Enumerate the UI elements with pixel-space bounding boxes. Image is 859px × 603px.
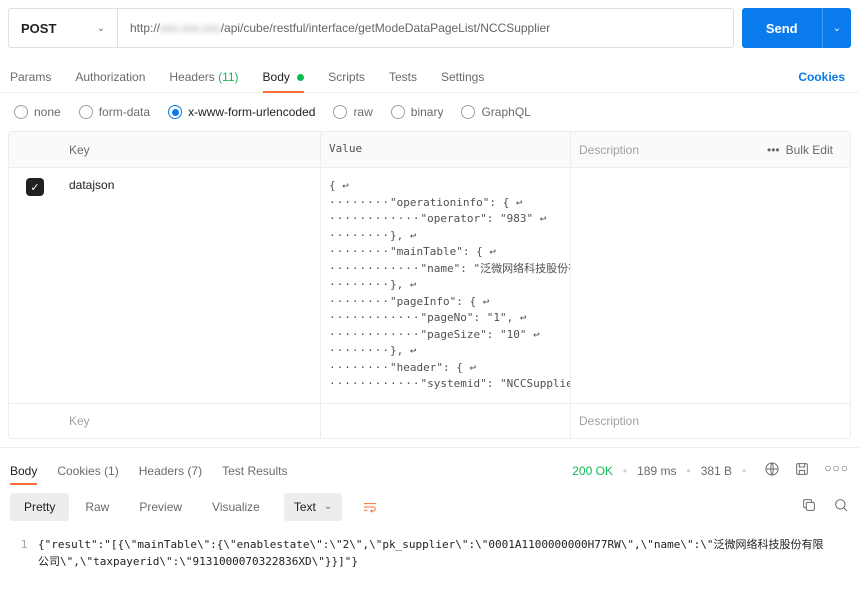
- response-type-select[interactable]: Text ⌄: [284, 493, 342, 521]
- tab-body[interactable]: Body: [263, 62, 305, 92]
- type-label: Text: [294, 500, 316, 514]
- bulk-edit-label: Bulk Edit: [786, 143, 833, 157]
- more-icon: •••: [767, 143, 780, 157]
- col-value-header: Value: [321, 131, 571, 168]
- cookies-link[interactable]: Cookies: [794, 62, 849, 92]
- url-blurred-host: xxx.xxx.xxx: [160, 21, 221, 35]
- kv-table: Key Value Description ••• Bulk Edit ✓ da…: [8, 131, 851, 439]
- radio-formdata-label: form-data: [99, 105, 150, 119]
- col-desc-header: Description: [571, 133, 750, 167]
- tab-headers-label: Headers: [169, 70, 214, 84]
- radio-binary-label: binary: [411, 105, 444, 119]
- radio-circle-icon: [168, 105, 182, 119]
- key-input-placeholder[interactable]: Key: [61, 404, 321, 438]
- tab-params[interactable]: Params: [10, 62, 51, 92]
- radio-circle-icon: [14, 105, 28, 119]
- resp-tab-cookies-count: (1): [104, 464, 119, 478]
- search-icon[interactable]: [833, 497, 849, 516]
- radio-circle-icon: [391, 105, 405, 119]
- radio-none[interactable]: none: [14, 105, 61, 119]
- tab-settings[interactable]: Settings: [441, 62, 484, 92]
- tab-headers[interactable]: Headers (11): [169, 62, 238, 92]
- more-icon[interactable]: ○○○: [824, 461, 849, 480]
- status-code: 200 OK: [572, 464, 613, 478]
- tab-headers-count: (11): [218, 70, 238, 84]
- radio-form-data[interactable]: form-data: [79, 105, 150, 119]
- view-visualize[interactable]: Visualize: [198, 493, 274, 521]
- send-button[interactable]: Send: [742, 8, 822, 48]
- radio-circle-icon: [461, 105, 475, 119]
- view-pretty[interactable]: Pretty: [10, 493, 69, 521]
- resp-tab-test-results[interactable]: Test Results: [222, 458, 287, 484]
- kv-header-row: Key Value Description ••• Bulk Edit: [9, 132, 850, 168]
- url-path: /api/cube/restful/interface/getModeDataP…: [221, 21, 551, 35]
- separator: •: [686, 464, 690, 478]
- kv-row: ✓ datajson { ↩········"operationinfo": {…: [9, 168, 850, 404]
- radio-raw[interactable]: raw: [333, 105, 372, 119]
- resp-tab-cookies-label: Cookies: [57, 464, 100, 478]
- separator: •: [742, 464, 746, 478]
- response-size: 381 B: [701, 464, 732, 478]
- row-checkbox[interactable]: ✓: [26, 178, 44, 196]
- tab-authorization[interactable]: Authorization: [75, 62, 145, 92]
- radio-x-www-form-urlencoded[interactable]: x-www-form-urlencoded: [168, 105, 315, 119]
- wrap-line-button[interactable]: [352, 492, 388, 522]
- modified-dot-icon: [297, 74, 304, 81]
- radio-binary[interactable]: binary: [391, 105, 444, 119]
- resp-tab-headers-label: Headers: [139, 464, 184, 478]
- col-key-header: Key: [61, 133, 321, 167]
- key-input[interactable]: datajson: [61, 168, 321, 403]
- response-body: 1 {"result":"[{\"mainTable\":{\"enablest…: [0, 530, 859, 591]
- desc-input-placeholder[interactable]: Description: [571, 404, 850, 438]
- view-raw[interactable]: Raw: [71, 493, 123, 521]
- bulk-edit-button[interactable]: ••• Bulk Edit: [750, 143, 850, 157]
- globe-icon[interactable]: [764, 461, 780, 480]
- resp-tab-body[interactable]: Body: [10, 458, 37, 484]
- radio-none-label: none: [34, 105, 61, 119]
- save-response-icon[interactable]: [794, 461, 810, 480]
- radio-graphql[interactable]: GraphQL: [461, 105, 530, 119]
- value-input[interactable]: { ↩········"operationinfo": { ↩·········…: [321, 168, 571, 403]
- url-input[interactable]: http:// xxx.xxx.xxx /api/cube/restful/in…: [118, 8, 734, 48]
- radio-raw-label: raw: [353, 105, 372, 119]
- resp-tab-cookies[interactable]: Cookies (1): [57, 458, 118, 484]
- line-number: 1: [10, 536, 38, 571]
- send-dropdown[interactable]: ⌄: [822, 8, 851, 48]
- radio-circle-icon: [79, 105, 93, 119]
- radio-graphql-label: GraphQL: [481, 105, 530, 119]
- method-select[interactable]: POST ⌄: [8, 8, 118, 48]
- resp-tab-headers[interactable]: Headers (7): [139, 458, 202, 484]
- view-preview[interactable]: Preview: [125, 493, 196, 521]
- separator: •: [623, 464, 627, 478]
- url-prefix: http://: [130, 21, 160, 35]
- resp-tab-headers-count: (7): [187, 464, 202, 478]
- response-text[interactable]: {"result":"[{\"mainTable\":{\"enablestat…: [38, 536, 849, 571]
- radio-circle-icon: [333, 105, 347, 119]
- copy-icon[interactable]: [801, 497, 817, 516]
- chevron-down-icon: ⌄: [97, 23, 105, 34]
- tab-tests[interactable]: Tests: [389, 62, 417, 92]
- tab-scripts[interactable]: Scripts: [328, 62, 365, 92]
- kv-row-empty: Key Description: [9, 404, 850, 438]
- chevron-down-icon: ⌄: [324, 501, 332, 512]
- tab-body-label: Body: [263, 70, 290, 84]
- radio-xwww-label: x-www-form-urlencoded: [188, 105, 315, 119]
- method-label: POST: [21, 21, 97, 36]
- response-time: 189 ms: [637, 464, 676, 478]
